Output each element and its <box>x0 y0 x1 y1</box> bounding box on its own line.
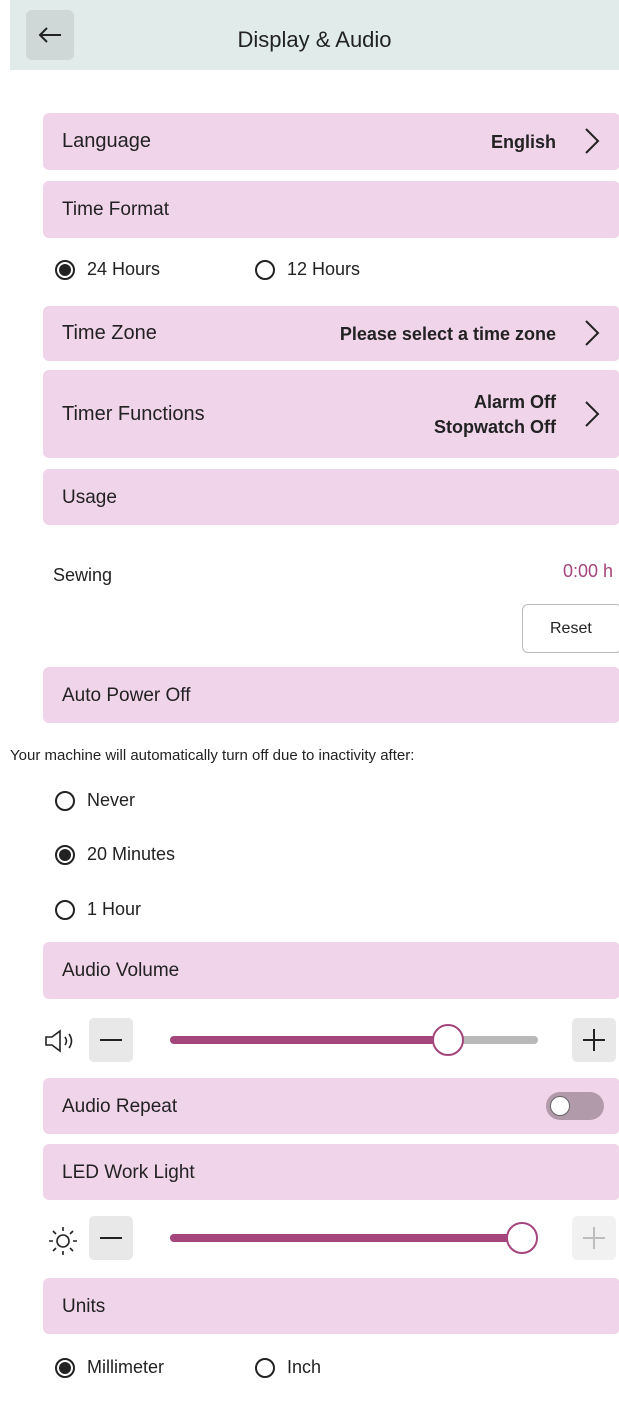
units-row: Units <box>43 1278 619 1334</box>
speaker-icon <box>45 1029 73 1053</box>
audio-volume-label: Audio Volume <box>62 960 180 981</box>
timer-functions-label: Timer Functions <box>62 403 205 425</box>
light-minus-button[interactable] <box>89 1216 133 1260</box>
auto-power-off-description: Your machine will automatically turn off… <box>10 747 415 764</box>
plus-icon <box>583 1029 605 1051</box>
page-title: Display & Audio <box>237 27 392 52</box>
radio-button[interactable] <box>55 844 75 865</box>
radio-millimeter[interactable]: Millimeter <box>55 1357 164 1378</box>
radio-button[interactable] <box>55 899 75 920</box>
back-button[interactable] <box>26 10 74 60</box>
auto-power-off-row: Auto Power Off <box>43 667 619 723</box>
radio-button[interactable] <box>255 1357 275 1378</box>
time-zone-row[interactable]: Time Zone Please select a time zone <box>43 306 619 361</box>
radio-button[interactable] <box>55 790 75 811</box>
minus-icon <box>100 1237 122 1239</box>
language-value: English <box>490 132 556 152</box>
units-label: Units <box>62 1296 106 1317</box>
sun-icon <box>49 1227 77 1255</box>
back-arrow-icon <box>38 27 61 43</box>
timer-functions-row[interactable]: Timer Functions Alarm Off Stopwatch Off <box>43 370 619 458</box>
radio-label: 20 Minutes <box>87 844 176 864</box>
time-format-label: Time Format <box>62 199 169 220</box>
reset-label: Reset <box>550 620 592 637</box>
radio-button[interactable] <box>55 1357 75 1378</box>
volume-plus-button[interactable] <box>572 1018 616 1062</box>
language-label: Language <box>62 130 151 152</box>
top-bar: Display & Audio <box>10 0 619 70</box>
radio-never[interactable]: Never <box>55 790 135 811</box>
audio-repeat-label: Audio Repeat <box>62 1096 178 1117</box>
usage-row: Usage <box>43 469 619 525</box>
usage-label: Usage <box>62 487 117 508</box>
sewing-label: Sewing <box>53 565 113 585</box>
audio-repeat-row: Audio Repeat <box>43 1078 619 1134</box>
auto-power-off-label: Auto Power Off <box>62 685 191 706</box>
audio-repeat-toggle[interactable] <box>546 1092 604 1120</box>
language-row[interactable]: Language English <box>43 113 619 170</box>
radio-12-hours[interactable]: 12 Hours <box>255 259 360 280</box>
time-format-row: Time Format <box>43 181 619 238</box>
alarm-status: Alarm Off <box>473 392 556 412</box>
light-plus-button[interactable] <box>572 1216 616 1260</box>
radio-button[interactable] <box>255 259 275 280</box>
stopwatch-status: Stopwatch Off <box>434 417 556 437</box>
reset-button[interactable]: Reset <box>522 604 619 653</box>
volume-minus-button[interactable] <box>89 1018 133 1062</box>
toggle-knob <box>550 1096 570 1116</box>
light-slider-thumb[interactable] <box>506 1222 538 1254</box>
volume-slider[interactable] <box>170 1020 538 1060</box>
led-work-light-row: LED Work Light <box>43 1144 619 1200</box>
radio-label: Inch <box>287 1357 322 1377</box>
radio-label: 12 Hours <box>287 259 361 279</box>
radio-label: 24 Hours <box>87 259 161 279</box>
radio-1-hour[interactable]: 1 Hour <box>55 899 141 920</box>
light-slider-fill <box>170 1234 522 1242</box>
sewing-time-value: 0:00 h <box>562 561 613 581</box>
time-zone-value: Please select a time zone <box>339 324 556 344</box>
chevron-right-icon <box>585 128 600 154</box>
minus-icon <box>100 1039 122 1041</box>
time-zone-label: Time Zone <box>62 322 157 344</box>
chevron-right-icon <box>585 401 600 427</box>
radio-20-minutes[interactable]: 20 Minutes <box>55 844 175 865</box>
radio-24-hours[interactable]: 24 Hours <box>55 259 160 280</box>
radio-label: 1 Hour <box>87 899 142 919</box>
audio-volume-row: Audio Volume <box>43 942 619 999</box>
radio-label: Millimeter <box>87 1357 165 1377</box>
chevron-right-icon <box>585 320 600 346</box>
radio-inch[interactable]: Inch <box>255 1357 321 1378</box>
volume-slider-thumb[interactable] <box>432 1024 464 1056</box>
light-slider[interactable] <box>170 1218 538 1258</box>
radio-button[interactable] <box>55 259 75 280</box>
plus-icon <box>583 1227 605 1249</box>
volume-slider-fill <box>170 1036 448 1044</box>
led-work-light-label: LED Work Light <box>62 1162 195 1183</box>
radio-label: Never <box>87 790 136 810</box>
